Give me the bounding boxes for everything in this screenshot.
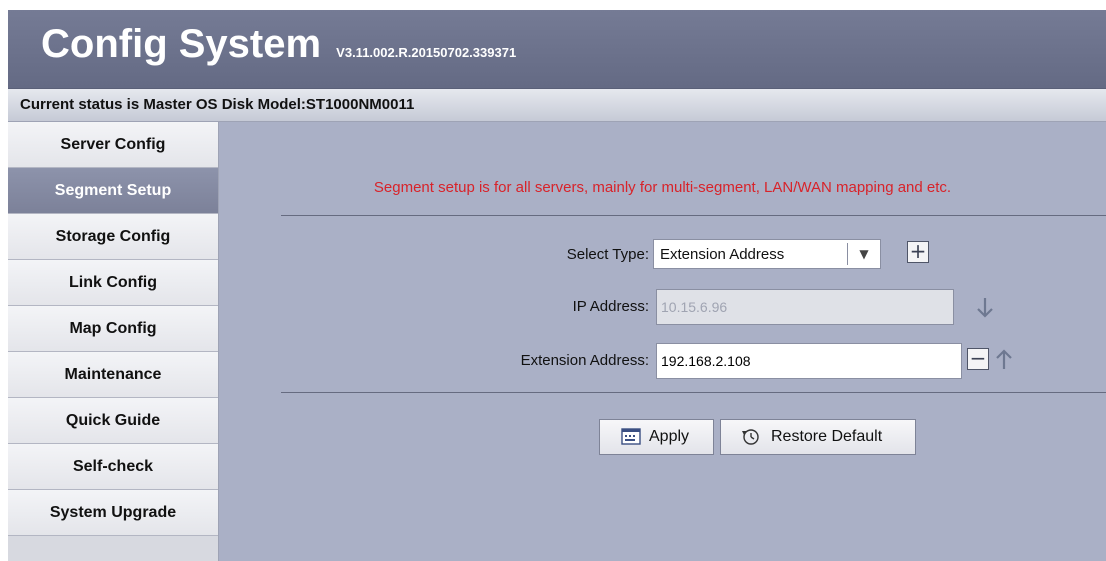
- minus-icon[interactable]: −: [967, 348, 989, 370]
- select-type-value: Extension Address: [660, 246, 785, 263]
- restore-default-button[interactable]: Restore Default: [720, 419, 916, 455]
- restore-clock-icon: [742, 429, 759, 445]
- sidebar-item-segment-setup[interactable]: Segment Setup: [8, 168, 218, 214]
- ip-address-label: IP Address:: [572, 298, 649, 315]
- sidebar-item-maintenance[interactable]: Maintenance: [8, 352, 218, 398]
- app-title: Config System V3.11.002.R.20150702.33937…: [41, 20, 516, 77]
- arrow-up-icon[interactable]: [994, 347, 1014, 371]
- keyboard-icon: [621, 428, 641, 445]
- sidebar-item-quick-guide[interactable]: Quick Guide: [8, 398, 218, 444]
- sidebar-item-link-config[interactable]: Link Config: [8, 260, 218, 306]
- select-separator: [847, 243, 848, 265]
- main-panel: Segment setup is for all servers, mainly…: [219, 122, 1106, 561]
- sidebar-item-server-config[interactable]: Server Config: [8, 122, 218, 168]
- chevron-down-icon: ▼: [859, 247, 869, 261]
- sidebar-item-storage-config[interactable]: Storage Config: [8, 214, 218, 260]
- extension-address-label: Extension Address:: [520, 352, 649, 369]
- sidebar: Server Config Segment Setup Storage Conf…: [8, 122, 219, 561]
- sidebar-item-map-config[interactable]: Map Config: [8, 306, 218, 352]
- divider-bottom: [281, 392, 1106, 393]
- app-version: V3.11.002.R.20150702.339371: [336, 45, 517, 60]
- divider-top: [281, 215, 1106, 216]
- sidebar-item-system-upgrade[interactable]: System Upgrade: [8, 490, 218, 536]
- apply-button[interactable]: Apply: [599, 419, 714, 455]
- status-bar: Current status is Master OS Disk Model:S…: [8, 89, 1106, 122]
- extension-address-field[interactable]: [656, 343, 962, 379]
- ip-address-field[interactable]: [656, 289, 954, 325]
- config-system-window: Config System V3.11.002.R.20150702.33937…: [8, 10, 1106, 561]
- segment-notice: Segment setup is for all servers, mainly…: [373, 179, 952, 196]
- status-text: Current status is Master OS Disk Model:S…: [20, 96, 415, 113]
- select-type-dropdown[interactable]: Extension Address ▼: [653, 239, 881, 269]
- sidebar-item-self-check[interactable]: Self-check: [8, 444, 218, 490]
- select-type-label: Select Type:: [566, 246, 649, 263]
- restore-default-label: Restore Default: [771, 428, 883, 445]
- app-title-text: Config System: [41, 22, 322, 66]
- apply-label: Apply: [649, 428, 690, 445]
- app-header: Config System V3.11.002.R.20150702.33937…: [8, 10, 1106, 89]
- arrow-down-icon[interactable]: [975, 296, 995, 320]
- plus-icon[interactable]: +: [907, 241, 929, 263]
